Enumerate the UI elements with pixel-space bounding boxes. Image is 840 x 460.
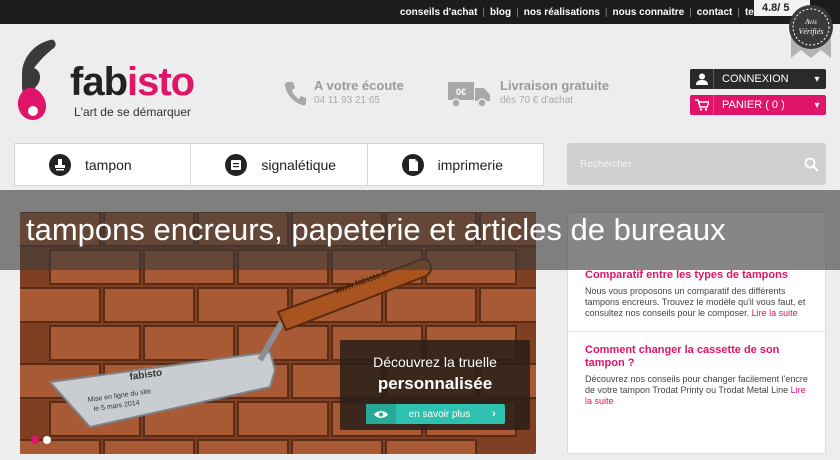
topnav-conseils-link[interactable]: conseils d'achat [400, 7, 477, 18]
banner-cta-box: Découvrez la truelle personnalisée en sa… [340, 340, 530, 430]
nav-item-label: signalétique [261, 156, 337, 173]
delivery-detail: dès 70 € d'achat [500, 95, 574, 106]
caption-overlay: tampons encreurs, papeterie et articles … [0, 190, 840, 270]
main-nav: tampon signalétique imprimerie [14, 143, 544, 186]
phone-icon [284, 82, 306, 106]
cart-button[interactable]: PANIER ( 0 ) ▾ [690, 95, 826, 115]
nav-item-imprimerie[interactable]: imprimerie [368, 144, 543, 185]
chevron-right-icon: › [492, 408, 496, 420]
topnav-blog-link[interactable]: blog [490, 7, 511, 18]
login-label: CONNEXION [722, 73, 789, 85]
cart-label: PANIER ( 0 ) [722, 99, 785, 111]
sign-icon [225, 153, 248, 176]
chevron-down-icon: ▾ [814, 73, 820, 85]
article-title[interactable]: Comparatif entre les types de tampons [585, 269, 811, 282]
article-body: Nous vous proposons un comparatif des di… [585, 286, 811, 319]
search-icon[interactable] [796, 157, 826, 172]
svg-text:Vérifiés: Vérifiés [799, 27, 824, 36]
read-more-link[interactable]: Lire la suite [752, 308, 798, 318]
article-body: Découvrez nos conseils pour changer faci… [585, 374, 811, 407]
divider: | [604, 6, 608, 18]
contact-info: A votre écoute 04 11 93 21 65 [284, 78, 404, 106]
caption-text: tampons encreurs, papeterie et articles … [26, 212, 726, 247]
learn-more-button[interactable]: en savoir plus › [366, 404, 505, 424]
divider: | [516, 6, 519, 18]
delivery-truck-icon: 0€ [448, 82, 490, 108]
cart-icon [690, 95, 714, 115]
rating-value: 4.8/ 5 [762, 2, 790, 14]
learn-more-label: en savoir plus [408, 408, 471, 420]
logo-wordmark[interactable]: fabisto [70, 60, 195, 105]
logo-tagline: L'art de se démarquer [74, 105, 192, 119]
fabisto-logo-icon[interactable] [14, 38, 58, 124]
eye-icon [366, 404, 396, 424]
delivery-title: Livraison gratuite [500, 78, 610, 93]
search-bar [567, 143, 826, 185]
divider: | [737, 6, 740, 18]
nav-item-label: imprimerie [437, 156, 503, 173]
contact-phone: 04 11 93 21 65 [314, 95, 380, 106]
verified-reviews-seal-icon[interactable]: Avis Vérifiés [787, 2, 835, 58]
carousel-dot[interactable] [31, 436, 39, 444]
chevron-down-icon: ▾ [814, 99, 820, 111]
svg-text:Avis: Avis [804, 18, 817, 26]
login-button[interactable]: CONNEXION ▾ [690, 69, 826, 89]
article-title[interactable]: Comment changer la cassette de son tampo… [585, 344, 811, 370]
carousel-dot[interactable] [43, 436, 51, 444]
logo-name-part1: fab [70, 60, 128, 104]
logo-name-part2: isto [127, 60, 195, 104]
contact-title: A votre écoute [314, 78, 404, 93]
search-input[interactable] [567, 158, 796, 170]
nav-item-tampon[interactable]: tampon [15, 144, 192, 185]
topnav-connaitre-link[interactable]: nous connaitre [613, 7, 685, 18]
truck-price-label: 0€ [456, 87, 466, 97]
divider: | [689, 6, 692, 18]
topnav-contact-link[interactable]: contact [697, 7, 733, 18]
user-icon [690, 69, 714, 89]
top-nav: conseils d'achat | blog | nos réalisatio… [400, 0, 771, 24]
divider: | [482, 6, 486, 18]
stamp-icon [49, 153, 71, 176]
banner-line2: personnalisée [377, 374, 493, 393]
article-text: Découvrez nos conseils pour changer faci… [585, 374, 808, 395]
banner-line1: Découvrez la truelle [373, 354, 497, 370]
topnav-realisations-link[interactable]: nos réalisations [524, 7, 600, 18]
article-item: Comment changer la cassette de son tampo… [568, 331, 825, 407]
document-icon [401, 153, 424, 176]
delivery-info: 0€ Livraison gratuite dès 70 € d'achat [448, 78, 609, 108]
nav-item-label: tampon [85, 156, 132, 173]
nav-item-signaletique[interactable]: signalétique [191, 144, 368, 185]
carousel-dots [31, 436, 51, 444]
